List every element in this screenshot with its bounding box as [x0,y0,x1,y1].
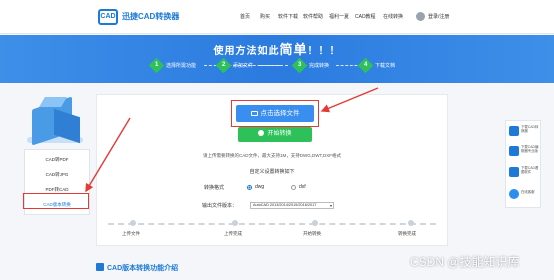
step-label: 完成转换 [309,63,330,69]
step-connector [260,65,288,66]
chat-icon [509,189,519,199]
start-convert-button[interactable]: 开始转换 [238,127,312,142]
progress-label-done: 转换完成 [398,231,416,236]
steps-banner: 使用方法如此简单！！！ 1 选择所需功能 2 添加文件 3 完成转换 4 下载文… [0,35,554,83]
select-file-button[interactable]: 点击选择文件 [236,105,314,122]
nav-promo[interactable]: 福利一夏 [329,13,349,20]
progress-track [108,223,436,229]
nav-buy[interactable]: 购买 [260,13,270,20]
login-link[interactable]: 登录/注册 [428,13,449,20]
chevron-down-icon: ▾ [329,203,332,208]
nav-online-convert[interactable]: 在线转换 [383,13,403,20]
step-number: 4 [357,57,374,74]
online-service-item[interactable]: 在线客服 [509,187,539,202]
banner-title: 使用方法如此简单！！！ [213,42,341,57]
sidebar-item-cad-to-jpg[interactable]: CAD转JPG [25,168,89,182]
play-icon [258,130,265,136]
nav-tutorial[interactable]: CAD教程 [355,13,376,20]
download-converter-item[interactable]: 下载CAD转换器 [509,124,539,139]
version-select[interactable]: AutoCAD 2013/2014/2015/2016/2017 ▾ [250,202,334,209]
top-header: CAD 迅捷CAD转换器 首页 购买 软件下载 软件帮助 福利一夏 CAD教程 … [0,0,554,34]
cad-app-icon [509,126,519,136]
progress-label-converting: 开始转换 [303,231,321,236]
format-label: 转换格式 [204,185,225,191]
step-number: 3 [291,57,308,74]
radio-dwg-label[interactable]: dwg [255,184,264,190]
step-number: 2 [215,57,232,74]
nav-help[interactable]: 软件帮助 [303,13,323,20]
progress-dot [232,220,238,226]
right-toolbar: 下载CAD转换器 下载CAD编辑器专业版 下载CAD看图软件 在线客服 [505,120,541,208]
radio-dwg[interactable] [247,185,252,190]
progress-dot [408,220,414,226]
avatar-icon[interactable] [416,12,425,21]
progress-label-uploaded: 上传完成 [224,231,242,236]
cad-logo[interactable]: CAD [98,9,118,25]
highlight-box-sidebar [23,193,89,209]
download-viewer-item[interactable]: 下载CAD看图软件 [509,165,539,180]
list-icon [96,263,104,271]
step-label: 添加文件 [233,63,254,69]
nav-download[interactable]: 软件下载 [278,13,298,20]
upload-hint: 请上传需要转换的CAD文件，最大支持1M，支持DWG,DWT,DXF格式 [203,153,341,158]
progress-label-upload: 上传文件 [122,231,140,236]
watermark: CSDN @技能知识库 [410,255,520,269]
cad-editor-icon [509,146,519,156]
download-editor-item[interactable]: 下载CAD编辑器专业版 [509,144,539,159]
step-label: 选择所需功能 [166,63,197,69]
progress-dot [312,220,318,226]
app-name[interactable]: 迅捷CAD转换器 [122,11,179,22]
step-number: 1 [148,57,165,74]
custom-settings-title: 自定义设置转换如下 [249,169,295,175]
step-label: 下载文档 [375,63,396,69]
cad-viewer-icon [509,167,519,177]
nav-home[interactable]: 首页 [240,13,250,20]
intro-title: CAD版本转换功能介绍 [107,265,179,272]
radio-dxf[interactable] [291,185,296,190]
sidebar-item-cad-to-pdf[interactable]: CAD转PDF [25,153,89,167]
progress-dot [130,220,136,226]
version-label: 输出文件版本： [202,203,238,209]
isometric-illustration [24,95,90,149]
radio-dxf-label[interactable]: dxf [299,184,306,190]
folder-icon [250,111,258,116]
